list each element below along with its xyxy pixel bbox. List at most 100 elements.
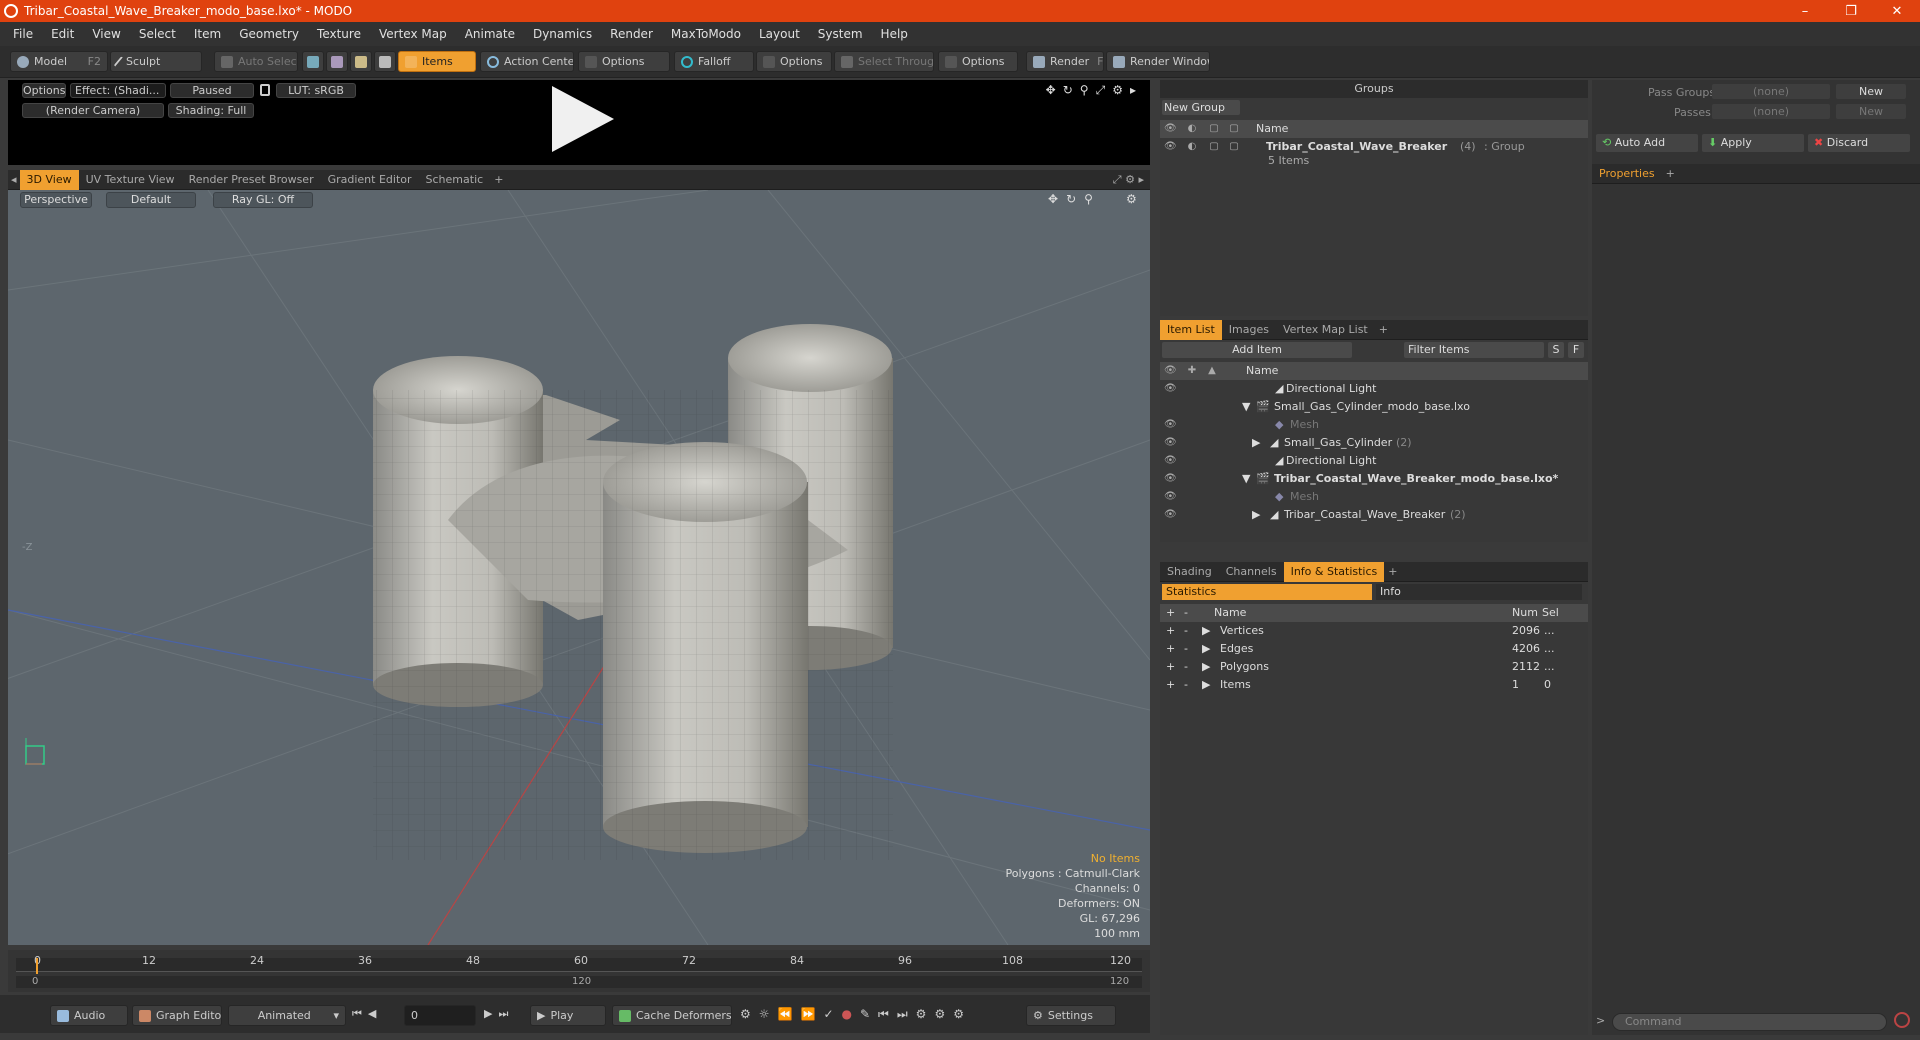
expand-icon[interactable]: ▶ (1202, 658, 1210, 676)
tab-3d-view[interactable]: 3D View (19, 169, 79, 190)
f-toggle[interactable]: F (1568, 342, 1584, 358)
extra-icon[interactable]: ⚙ (953, 1007, 964, 1022)
menu-view[interactable]: View (83, 27, 129, 41)
play-render-icon[interactable] (552, 86, 614, 152)
polygons-mode-button[interactable] (350, 51, 372, 72)
action-center-button[interactable]: Action Center (480, 51, 574, 72)
skip-back-icon[interactable]: ⏮ (878, 1007, 889, 1022)
extra-icon[interactable]: ⚙ (916, 1007, 927, 1022)
command-arrow-icon[interactable]: > (1596, 1014, 1605, 1027)
menu-layout[interactable]: Layout (750, 27, 809, 41)
menu-geometry[interactable]: Geometry (230, 27, 308, 41)
menu-animate[interactable]: Animate (456, 27, 524, 41)
prev-frame-icon[interactable]: ◀ (368, 1007, 376, 1021)
stat-row-edges[interactable]: + - ▶ Edges 4206... (1160, 640, 1588, 658)
add-tab-icon[interactable]: + (1662, 167, 1679, 180)
tab-images[interactable]: Images (1222, 320, 1276, 340)
eye-icon[interactable]: 👁 (1164, 437, 1177, 449)
expand-icon[interactable]: ▶ (1202, 640, 1210, 658)
tab-render-preset-browser[interactable]: Render Preset Browser (182, 170, 321, 190)
item-row[interactable]: 👁 ▶ ◢ Small_Gas_Cylinder (2) (1160, 434, 1588, 452)
rotate-icon[interactable]: ↻ (1063, 83, 1073, 98)
remove-icon[interactable]: - (1184, 640, 1188, 658)
menu-texture[interactable]: Texture (308, 27, 370, 41)
render-window-button[interactable]: Render Window (1106, 51, 1210, 72)
item-row[interactable]: 👁 ◢ Directional Light (1160, 452, 1588, 470)
graph-editor-button[interactable]: Graph Editor (132, 1005, 222, 1026)
panel-handle-icon[interactable]: ◂ (8, 170, 20, 190)
effect-dropdown[interactable]: Effect: (Shadi... (70, 83, 166, 98)
item-row[interactable]: 👁 ◆ Mesh (1160, 488, 1588, 506)
first-frame-icon[interactable]: ⏮ (352, 1007, 362, 1021)
falloff-options-button[interactable]: Options (756, 51, 832, 72)
render-camera-dropdown[interactable]: (Render Camera) (22, 103, 164, 118)
arrow-right-icon[interactable]: ▸ (1130, 83, 1136, 98)
lock-icon[interactable]: ✚ (1186, 365, 1198, 377)
discard-button[interactable]: ✖ Discard (1808, 134, 1910, 152)
add-item-dropdown[interactable]: Add Item (1162, 342, 1352, 358)
gear-icon[interactable]: ⚙ (1112, 83, 1123, 98)
sculpt-mode-button[interactable]: Sculpt (110, 51, 202, 72)
tab-item-list[interactable]: Item List (1160, 319, 1222, 340)
info-subtab[interactable]: Info (1376, 584, 1582, 600)
eye-icon[interactable]: 👁 (1164, 491, 1177, 503)
maximize-icon[interactable]: ⤢ (1113, 173, 1122, 186)
audio-button[interactable]: Audio (50, 1005, 128, 1026)
expand-icon[interactable]: ▼ (1242, 398, 1250, 416)
arrow-right-icon[interactable]: ▸ (1138, 173, 1144, 186)
eye-icon[interactable]: 👁 (1164, 419, 1177, 431)
command-input[interactable]: Command (1612, 1013, 1887, 1031)
last-frame-icon[interactable]: ⏭ (498, 1007, 508, 1021)
ray-gl-toggle[interactable]: Ray GL: Off (213, 192, 313, 208)
menu-select[interactable]: Select (130, 27, 185, 41)
expand-icon[interactable]: ▶ (1252, 506, 1260, 524)
vertices-mode-button[interactable] (302, 51, 324, 72)
expand-icon[interactable]: ▶ (1202, 622, 1210, 640)
add-icon[interactable]: + (1166, 622, 1175, 640)
materials-mode-button[interactable] (374, 51, 396, 72)
menu-vertex-map[interactable]: Vertex Map (370, 27, 456, 41)
auto-add-button[interactable]: ⟲ Auto Add (1596, 134, 1698, 152)
next-frame-icon[interactable]: ▶ (484, 1007, 492, 1021)
paused-button[interactable]: Paused (170, 83, 254, 98)
stat-row-polygons[interactable]: + - ▶ Polygons 2112... (1160, 658, 1588, 676)
new-pass-button[interactable]: New (1836, 104, 1906, 119)
menu-item[interactable]: Item (185, 27, 230, 41)
lut-dropdown[interactable]: LUT: sRGB (276, 83, 356, 98)
menu-edit[interactable]: Edit (42, 27, 83, 41)
pan-icon[interactable]: ✥ (1048, 192, 1058, 206)
maximize-icon[interactable]: ⤢ (1096, 83, 1106, 98)
menu-maxtomodo[interactable]: MaxToModo (662, 27, 750, 41)
eye-icon[interactable]: 👁 (1164, 123, 1177, 135)
key-all-icon[interactable]: ✎ (860, 1007, 870, 1022)
timeline[interactable]: 0 12 24 36 48 60 72 84 96 108 120 0 120 … (8, 950, 1150, 992)
remove-icon[interactable]: - (1184, 676, 1188, 694)
tab-properties[interactable]: Properties (1592, 164, 1662, 184)
remove-icon[interactable]: - (1184, 622, 1188, 640)
eye-icon[interactable]: 👁 (1164, 383, 1177, 395)
render-button[interactable]: RenderF9 (1026, 51, 1104, 72)
add-tab-icon[interactable]: + (1375, 323, 1392, 336)
item-row[interactable]: 👁 ◢ Directional Light (1160, 380, 1588, 398)
select-through-button[interactable]: Select Through (834, 51, 934, 72)
menu-help[interactable]: Help (872, 27, 917, 41)
select-icon[interactable]: ▢ (1228, 123, 1240, 135)
new-pass-group-button[interactable]: New (1836, 84, 1906, 99)
item-row[interactable]: ▼ 🎬 Small_Gas_Cylinder_modo_base.lxo (1160, 398, 1588, 416)
eye-icon[interactable]: 👁 (1164, 509, 1177, 521)
extra-icon[interactable]: ⚙ (934, 1007, 945, 1022)
render-icon[interactable]: ◐ (1186, 123, 1198, 135)
filter-items-input[interactable]: Filter Items (1404, 342, 1544, 358)
auto-select-button[interactable]: Auto Select (214, 51, 298, 72)
settings-button[interactable]: ⚙ Settings (1026, 1005, 1116, 1026)
tab-channels[interactable]: Channels (1219, 562, 1284, 582)
expand-icon[interactable]: ▼ (1242, 470, 1250, 488)
item-row[interactable]: 👁 ◆ Mesh (1160, 416, 1588, 434)
model-mode-button[interactable]: Model F2 (10, 51, 108, 72)
restore-button[interactable]: ❐ (1828, 4, 1874, 19)
preview-options-button[interactable]: Options (22, 83, 66, 98)
animated-dropdown[interactable]: Animated ▾ (228, 1005, 346, 1026)
item-row[interactable]: 👁 ▶ ◢ Tribar_Coastal_Wave_Breaker (2) (1160, 506, 1588, 524)
command-history-icon[interactable] (1894, 1012, 1910, 1028)
add-icon[interactable]: + (1166, 640, 1175, 658)
